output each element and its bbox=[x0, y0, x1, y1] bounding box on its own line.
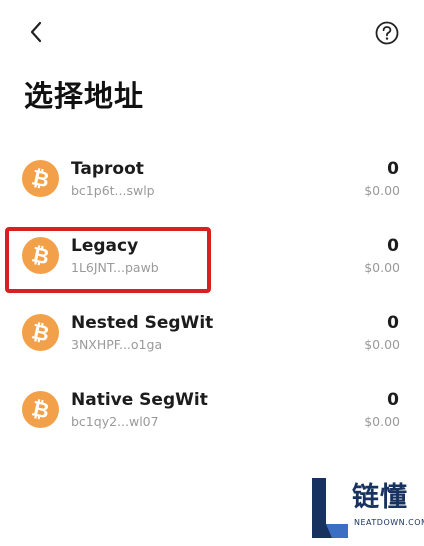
fiat-value: $0.00 bbox=[364, 260, 400, 275]
address-name: Nested SegWit bbox=[71, 313, 214, 333]
address-name: Legacy bbox=[71, 236, 139, 256]
address-name: Native SegWit bbox=[71, 390, 208, 410]
chevron-left-icon bbox=[30, 21, 42, 43]
address-name: Taproot bbox=[71, 159, 144, 179]
bitcoin-icon: ₿ bbox=[22, 391, 59, 428]
address-value: 1L6JNT...pawb bbox=[71, 260, 159, 275]
balance-amount: 0 bbox=[387, 390, 399, 410]
bitcoin-icon: ₿ bbox=[22, 314, 59, 351]
address-value: bc1p6t...swlp bbox=[71, 183, 155, 198]
question-circle-icon bbox=[375, 21, 399, 45]
watermark-text: 链懂 bbox=[352, 482, 408, 513]
address-value: 3NXHPF...o1ga bbox=[71, 337, 163, 352]
address-row-taproot[interactable]: ₿ Taproot bc1p6t...swlp 0 $0.00 bbox=[0, 140, 424, 216]
bitcoin-icon: ₿ bbox=[22, 160, 59, 197]
bitcoin-icon: ₿ bbox=[22, 237, 59, 274]
fiat-value: $0.00 bbox=[364, 183, 400, 198]
address-value: bc1qy2...wl07 bbox=[71, 414, 159, 429]
address-row-legacy[interactable]: ₿ Legacy 1L6JNT...pawb 0 $0.00 bbox=[0, 217, 424, 293]
balance-amount: 0 bbox=[387, 159, 399, 179]
watermark-logo-icon bbox=[312, 478, 348, 538]
watermark: 链懂 NEATDOWN.COM bbox=[308, 472, 424, 542]
address-row-nested-segwit[interactable]: ₿ Nested SegWit 3NXHPF...o1ga 0 $0.00 bbox=[0, 294, 424, 370]
back-button[interactable] bbox=[22, 18, 50, 46]
balance-amount: 0 bbox=[387, 313, 399, 333]
fiat-value: $0.00 bbox=[364, 337, 400, 352]
help-button[interactable] bbox=[374, 20, 400, 46]
balance-amount: 0 bbox=[387, 236, 399, 256]
fiat-value: $0.00 bbox=[364, 414, 400, 429]
address-row-native-segwit[interactable]: ₿ Native SegWit bc1qy2...wl07 0 $0.00 bbox=[0, 371, 424, 447]
page-title: 选择地址 bbox=[24, 79, 145, 113]
watermark-subtext: NEATDOWN.COM bbox=[354, 518, 424, 527]
